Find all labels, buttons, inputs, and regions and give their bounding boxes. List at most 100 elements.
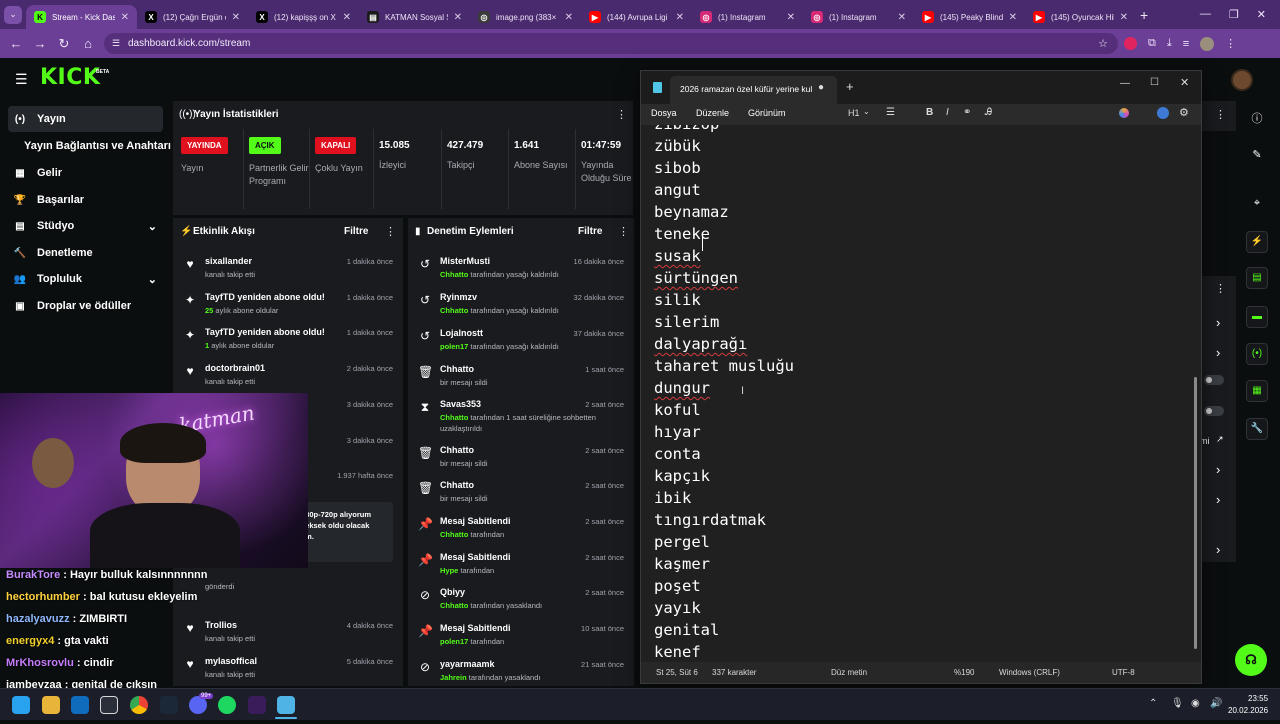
download-icon[interactable]: ⤓ [1167,37,1172,50]
copilot-icon[interactable] [1119,108,1129,118]
sidebar-item[interactable]: (•) Yayın [8,106,163,132]
settings-gear-icon[interactable]: ⚙ [1179,106,1189,119]
user-avatar[interactable] [1231,69,1253,91]
minimize-icon[interactable]: — [1200,8,1211,21]
activity-row[interactable]: gönderdi [173,582,403,618]
chat-username[interactable]: BurakTore [6,569,60,581]
unsaved-dot-icon[interactable]: ● [818,82,824,93]
browser-tab[interactable]: K Stream - Kick Dashboard ✕ [26,5,137,29]
tab-close-icon[interactable]: ✕ [121,12,129,23]
moderation-row[interactable]: ↺ Ryinmzv Chhatto tarafından yasağı kaldır… [408,288,634,324]
info-icon[interactable]: ⓘ [1238,105,1276,130]
app-icon[interactable] [248,696,266,714]
sidebar-item[interactable]: 👥 Topluluk ⌄ [8,266,163,292]
steam-icon[interactable] [160,696,178,714]
activity-row[interactable]: ♥ mylasoffical kanalı takip etti 5 dakika ö… [173,652,403,688]
moderation-filter-button[interactable]: Filtre [578,226,602,237]
tab-close-icon[interactable]: ✕ [1120,12,1128,23]
encoding[interactable]: UTF-8 [1112,668,1135,677]
close-icon[interactable]: ✕ [1180,76,1189,89]
chevron-down-icon[interactable]: ⌄ [148,220,157,233]
clock-date[interactable]: 20.02.2026 [1228,706,1268,715]
clear-format-icon[interactable]: Ꭿ [985,107,992,118]
tab-close-icon[interactable]: ✕ [454,12,462,23]
microphone-icon[interactable]: 🎙 [1171,698,1184,709]
external-link-icon[interactable]: ↗ [1216,434,1224,445]
moderation-row[interactable]: 🗑 Chhatto bir mesajı sildi 1 saat önce [408,360,634,396]
menu-edit[interactable]: Düzenle [696,108,729,118]
tab-close-icon[interactable]: ✕ [676,12,684,23]
clock-time[interactable]: 23:55 [1248,694,1268,703]
browser-tab[interactable]: ◎ image.png (383× ✕ [470,5,581,29]
line-ending[interactable]: Windows (CRLF) [999,668,1060,677]
zoom-level[interactable]: %190 [954,668,974,677]
home-icon[interactable]: ⌂ [76,36,100,51]
browser-tab[interactable]: X (12) kapişşş on X ✕ [248,5,359,29]
activity-menu-icon[interactable]: ⋮ [385,225,396,238]
file-explorer-icon[interactable] [42,696,60,714]
notepad-new-tab-icon[interactable]: + [846,79,854,94]
profile-avatar[interactable] [1200,36,1215,51]
moderation-row[interactable]: 🗑 Chhatto bir mesajı sildi 2 saat önce [408,476,634,512]
moderation-row[interactable]: ↺ MisterMusti Chhatto tarafından yasağı ka… [408,252,634,288]
moderation-menu-icon[interactable]: ⋮ [618,225,629,238]
chat-username[interactable]: hectorhumber [6,591,80,603]
tab-close-icon[interactable]: ✕ [898,12,906,23]
sidebar-item[interactable]: ▣ Droplar ve ödüller [8,293,163,319]
tab-search-button[interactable]: ⌄ [0,2,26,28]
moderation-row[interactable]: ⊘ yayarmaamk Jahrein tarafından yasaklandı… [408,655,634,691]
browser-tab[interactable]: ◎ (1) Instagram ✕ [803,5,914,29]
browser-tab[interactable]: X (12) Çağrı Ergün on X ✕ [137,5,248,29]
forward-icon[interactable]: → [28,36,52,51]
moderation-row[interactable]: ⧗ Savas353 Chhatto tarafından 1 saat sürel… [408,395,634,433]
address-bar[interactable]: ☰ dashboard.kick.com/stream ☆ [104,33,1118,54]
spotify-icon[interactable] [218,696,236,714]
italic-icon[interactable]: I [946,107,949,118]
right-panel-menu-icon-2[interactable]: ⋮ [1215,282,1226,295]
tab-close-icon[interactable]: ✕ [787,12,795,23]
close-icon[interactable]: ✕ [1257,8,1266,21]
chevron-right-icon[interactable]: › [1216,345,1220,360]
activity-row[interactable]: ♥ Trollios kanalı takip etti 4 dakika önce [173,616,403,652]
extension-icon[interactable] [1124,37,1137,50]
bookmark-star-icon[interactable]: ☆ [1098,37,1108,50]
chat-username[interactable]: energyx4 [6,635,54,647]
chevron-down-icon[interactable]: ⌄ [148,273,157,286]
moderation-row[interactable]: 📌 Mesaj Sabitlendi polen17 tarafından 10 sa… [408,619,634,655]
account-icon[interactable] [1157,107,1169,119]
browser-tab[interactable]: ▶ (145) Peaky Blinders ✕ [914,5,1025,29]
sidebar-item[interactable]: Yayın Bağlantısı ve Anahtarı [8,133,171,159]
notepad-scrollbar[interactable] [1194,377,1197,649]
right-panel-menu-icon[interactable]: ⋮ [1215,108,1226,121]
chevron-right-icon[interactable]: › [1216,315,1220,330]
stats-menu-icon[interactable]: ⋮ [616,108,627,121]
tab-close-icon[interactable]: ✕ [343,12,351,23]
new-tab-button[interactable]: + [1140,7,1148,23]
moderation-row[interactable]: 📌 Mesaj Sabitlendi Hype tarafından 2 saat ö… [408,548,634,584]
moderation-row[interactable]: 📌 Mesaj Sabitlendi Chhatto tarafından 2 saa… [408,512,634,548]
notepad-tab[interactable]: 2026 ramazan özel küfür yerine kul ● [670,76,837,104]
puzzle-icon[interactable]: ⧉ [1148,37,1156,50]
link-icon[interactable]: ⚭ [963,107,971,118]
bold-icon[interactable]: B [926,107,933,118]
activity-row[interactable]: ✦ TayfTD yeniden abone oldu! 25 aylık abon… [173,288,403,324]
document-icon[interactable]: ▤ [1246,266,1268,289]
network-icon[interactable]: ◉ [1191,698,1200,709]
activity-row[interactable]: ♥ sixallander kanalı takip etti 1 dakika ön… [173,252,403,288]
layout-icon[interactable]: ▦ [1246,379,1268,402]
chevron-right-icon[interactable]: › [1216,542,1220,557]
browser-tab[interactable]: ▤ KATMAN Sosyal Sayfası ✕ [359,5,470,29]
chat-username[interactable]: MrKhosrovlu [6,657,74,669]
heading-dropdown[interactable]: H1 [848,108,860,118]
sidebar-item[interactable]: ▤ Stüdyo ⌄ [8,213,163,239]
support-chat-icon[interactable]: ☊ [1235,644,1267,676]
wrench-icon[interactable]: 🔧 [1246,417,1268,440]
media-icon[interactable]: ≡ [1183,38,1189,50]
moderation-row[interactable]: ⊘ Qbiyy Chhatto tarafından yasaklandı 2 saa… [408,583,634,619]
moderation-row[interactable]: 🗑 Chhatto bir mesajı sildi 2 saat önce [408,441,634,477]
menu-file[interactable]: Dosya [651,108,677,118]
lightning-icon[interactable]: ⚡ [1246,230,1268,253]
site-info-icon[interactable]: ☰ [112,38,120,49]
minimize-icon[interactable]: — [1120,78,1130,89]
maximize-icon[interactable]: ❐ [1229,8,1239,21]
